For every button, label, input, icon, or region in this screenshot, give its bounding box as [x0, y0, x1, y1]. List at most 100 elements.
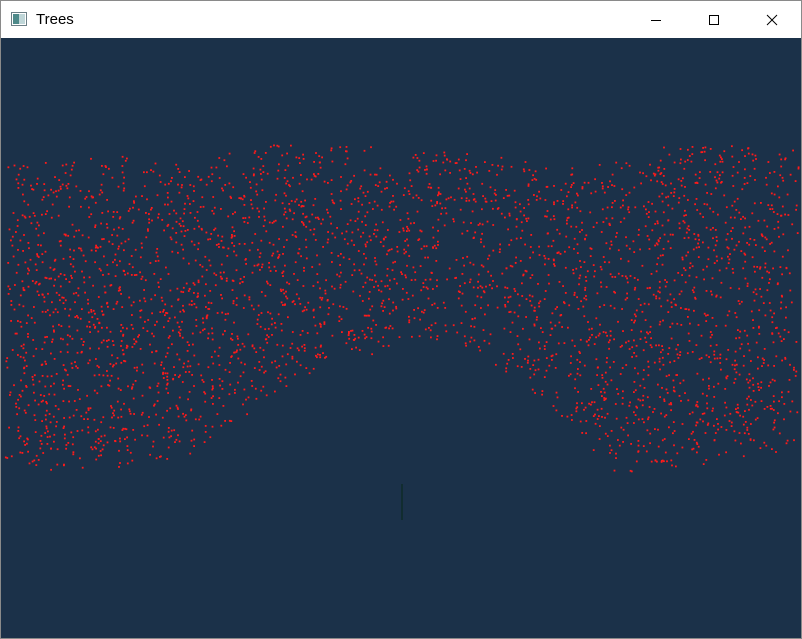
- leaf-dot: [257, 263, 260, 266]
- leaf-dot: [273, 265, 276, 268]
- leaf-dot: [539, 300, 542, 303]
- leaf-dot: [178, 396, 181, 399]
- leaf-dot: [55, 425, 57, 428]
- leaf-dot: [195, 319, 198, 321]
- leaf-dot: [677, 344, 679, 346]
- leaf-dot: [263, 207, 265, 210]
- leaf-dot: [193, 190, 195, 192]
- leaf-dot: [384, 187, 386, 190]
- leaf-dot: [179, 225, 182, 227]
- leaf-dot: [353, 334, 356, 336]
- leaf-dot: [530, 304, 533, 307]
- minimize-button[interactable]: [627, 1, 685, 38]
- leaf-dot: [22, 250, 24, 252]
- leaf-dot: [544, 290, 547, 292]
- leaf-dot: [114, 253, 117, 256]
- leaf-dot: [359, 187, 362, 190]
- leaf-dot: [484, 197, 487, 200]
- leaf-dot: [136, 366, 138, 369]
- leaf-dot: [183, 362, 185, 365]
- leaf-dot: [326, 241, 329, 244]
- leaf-dot: [182, 248, 184, 251]
- leaf-dot: [789, 410, 792, 413]
- leaf-dot: [31, 460, 34, 463]
- leaf-dot: [224, 184, 227, 186]
- leaf-dot: [237, 344, 240, 346]
- leaf-dot: [643, 302, 646, 305]
- leaf-dot: [202, 321, 205, 324]
- leaf-dot: [598, 164, 601, 166]
- leaf-dot: [793, 369, 795, 371]
- leaf-dot: [274, 390, 276, 393]
- leaf-dot: [258, 369, 261, 371]
- leaf-dot: [305, 257, 308, 260]
- leaf-dot: [511, 321, 514, 324]
- leaf-dot: [496, 173, 498, 176]
- leaf-dot: [545, 215, 548, 218]
- leaf-dot: [192, 343, 194, 346]
- leaf-dot: [354, 198, 356, 201]
- leaf-dot: [30, 184, 32, 187]
- leaf-dot: [22, 305, 25, 308]
- leaf-dot: [781, 255, 784, 258]
- leaf-dot: [162, 371, 164, 374]
- leaf-dot: [112, 261, 114, 264]
- leaf-dot: [106, 302, 108, 305]
- leaf-dot: [391, 327, 394, 330]
- leaf-dot: [566, 195, 568, 198]
- leaf-dot: [436, 202, 438, 205]
- leaf-dot: [656, 220, 659, 223]
- leaf-dot: [235, 351, 238, 353]
- leaf-dot: [725, 206, 728, 209]
- leaf-dot: [625, 364, 628, 366]
- leaf-dot: [769, 381, 772, 384]
- leaf-dot: [348, 258, 351, 260]
- leaf-dot: [522, 168, 525, 171]
- leaf-dot: [256, 323, 259, 325]
- leaf-dot: [670, 192, 673, 194]
- leaf-dot: [362, 191, 365, 194]
- leaf-dot: [543, 376, 546, 378]
- leaf-dot: [551, 312, 554, 315]
- leaf-dot: [515, 225, 518, 228]
- close-button[interactable]: [743, 1, 801, 38]
- leaf-dot: [605, 217, 608, 220]
- leaf-dot: [626, 277, 628, 280]
- leaf-dot: [626, 281, 629, 284]
- leaf-dot: [702, 216, 704, 218]
- leaf-dot: [684, 269, 687, 272]
- leaf-dot: [212, 196, 215, 198]
- leaf-dot: [609, 247, 611, 250]
- leaf-dot: [43, 296, 46, 299]
- leaf-dot: [569, 373, 572, 376]
- leaf-dot: [605, 361, 608, 364]
- title-bar[interactable]: Trees: [1, 1, 801, 38]
- leaf-dot: [161, 299, 164, 302]
- leaf-dot: [416, 169, 419, 171]
- leaf-dot: [633, 313, 636, 316]
- leaf-dot: [375, 223, 377, 226]
- leaf-dot: [112, 412, 114, 415]
- leaf-dot: [683, 194, 686, 197]
- leaf-dot: [81, 429, 84, 432]
- leaf-dot: [531, 388, 534, 391]
- leaf-dot: [490, 200, 493, 202]
- drawing-canvas[interactable]: [1, 38, 801, 638]
- leaf-dot: [232, 280, 235, 282]
- leaf-dot: [120, 293, 122, 295]
- leaf-dot: [24, 411, 27, 414]
- leaf-dot: [747, 152, 750, 155]
- leaf-dot: [726, 233, 729, 235]
- leaf-dot: [673, 161, 676, 164]
- leaf-dot: [298, 349, 300, 352]
- leaf-dot: [366, 211, 369, 214]
- leaf-dot: [143, 185, 146, 188]
- leaf-dot: [232, 302, 235, 305]
- leaf-dot: [502, 197, 505, 199]
- leaf-dot: [407, 298, 410, 300]
- leaf-dot: [480, 264, 483, 267]
- leaf-dot: [79, 190, 82, 192]
- maximize-button[interactable]: [685, 1, 743, 38]
- leaf-dot: [454, 277, 457, 279]
- leaf-dot: [157, 213, 160, 216]
